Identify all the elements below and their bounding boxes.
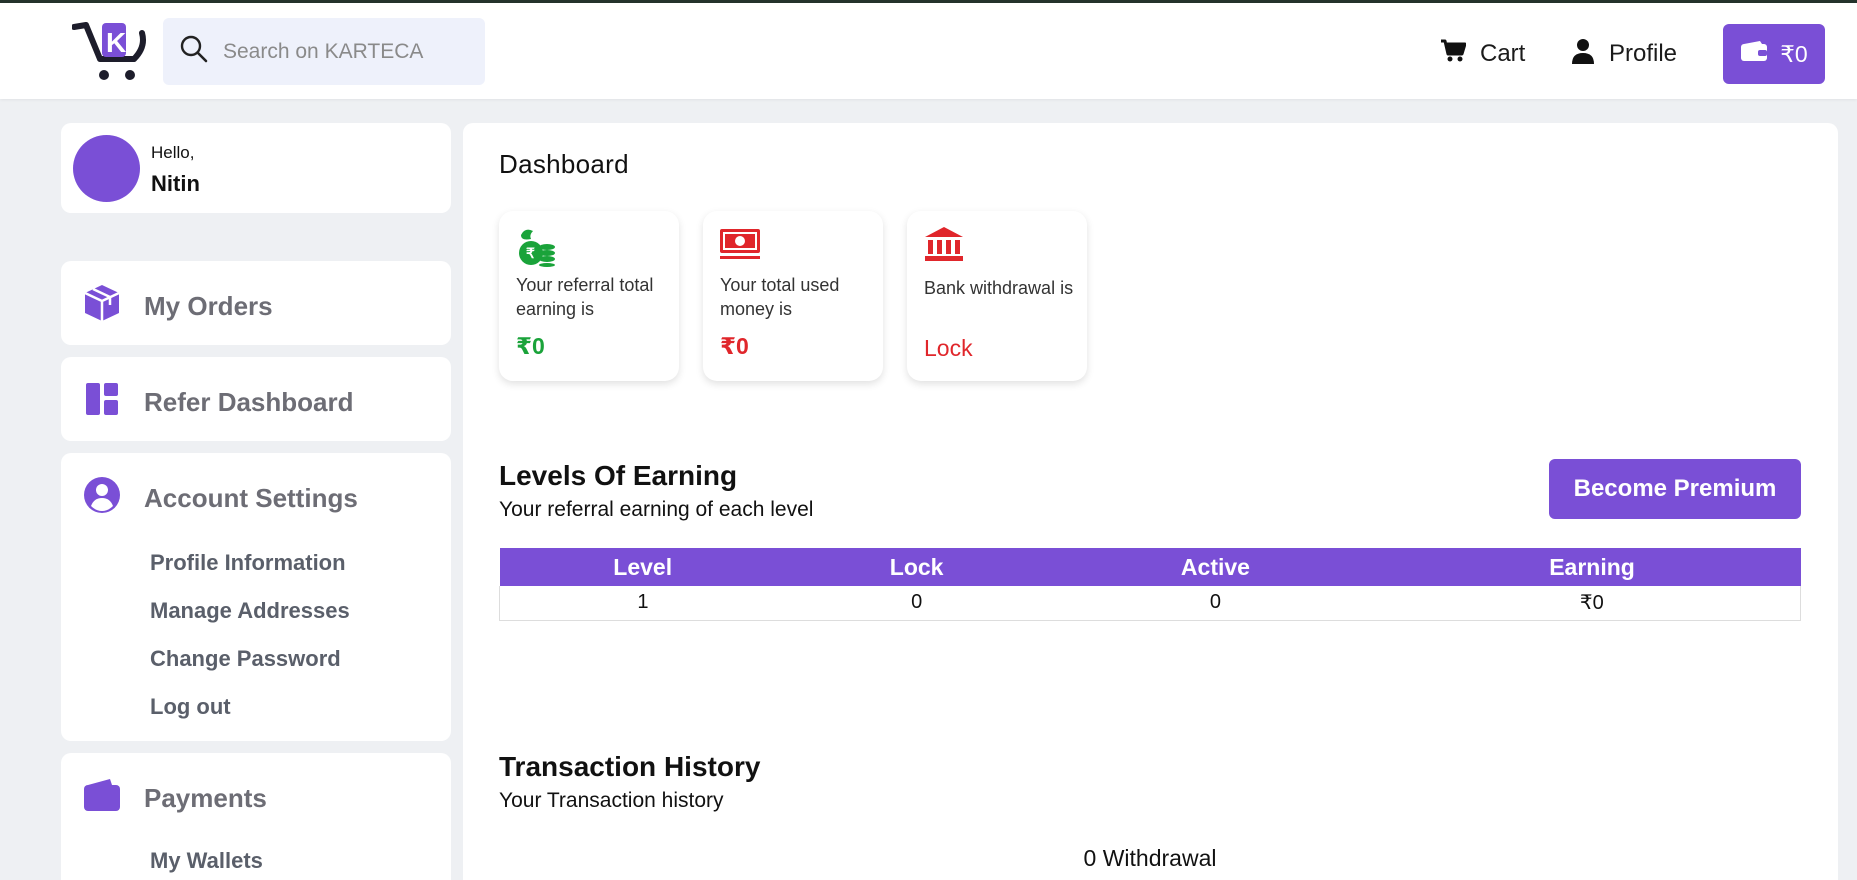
search-bar[interactable]	[163, 18, 485, 85]
my-orders-head: My Orders	[82, 283, 273, 330]
stat-value: ₹0	[516, 333, 545, 359]
sidebar-item-refer-dashboard[interactable]: Refer Dashboard	[61, 357, 451, 441]
bank-icon	[923, 225, 965, 268]
karteca-logo[interactable]: K	[71, 19, 148, 85]
profile-link[interactable]: Profile	[1571, 6, 1677, 102]
cart-label: Cart	[1480, 40, 1526, 67]
page-title: Dashboard	[499, 149, 629, 179]
sidebar-item-log-out[interactable]: Log out	[150, 694, 231, 720]
account-settings-label: Account Settings	[144, 483, 358, 513]
money-bag-coins-icon: ₹	[515, 225, 557, 272]
column-header-earning: Earning	[1383, 548, 1801, 586]
stat-card-referral-earning: ₹ Your referral total earning is ₹0	[499, 211, 679, 381]
transactions-subtitle: Your Transaction history	[499, 789, 724, 812]
column-header-level: Level	[499, 548, 786, 586]
user-greeting-card: Hello, Nitin	[61, 123, 451, 213]
wallet-icon	[1740, 40, 1780, 68]
refer-dashboard-label: Refer Dashboard	[144, 387, 354, 417]
sidebar-item-my-orders[interactable]: My Orders	[61, 261, 451, 345]
stat-value: Lock	[924, 335, 973, 361]
stat-label: Your total used money is	[720, 275, 840, 319]
become-premium-button[interactable]: Become Premium	[1549, 459, 1801, 519]
avatar	[73, 135, 140, 202]
transactions-title: Transaction History	[499, 751, 761, 782]
cart-link[interactable]: Cart	[1440, 6, 1525, 102]
header: K Cart Profile ₹0	[0, 3, 1857, 99]
refer-dashboard-head: Refer Dashboard	[82, 379, 354, 426]
payments-label: Payments	[144, 783, 267, 813]
withdrawal-summary: 0 Withdrawal	[1083, 845, 1217, 871]
levels-subtitle: Your referral earning of each level	[499, 498, 814, 521]
dashboard-panel: Dashboard ₹ Your referral total earning …	[463, 123, 1838, 880]
profile-label: Profile	[1609, 40, 1678, 67]
search-icon	[179, 34, 209, 69]
dashboard-icon	[82, 379, 144, 426]
account-settings-head[interactable]: Account Settings	[82, 475, 358, 522]
svg-text:₹: ₹	[526, 245, 535, 261]
sidebar-item-profile-information[interactable]: Profile Information	[150, 550, 346, 576]
levels-table: Level Lock Active Earning 1 0 0 ₹0	[498, 548, 1801, 621]
table-header-row: Level Lock Active Earning	[499, 548, 1801, 586]
payments-head[interactable]: Payments	[82, 775, 267, 822]
cell-active: 0	[1047, 586, 1384, 621]
stat-card-used-money: Your total used money is ₹0	[703, 211, 883, 381]
cell-level: 1	[498, 586, 786, 621]
banknote-icon	[719, 225, 761, 266]
column-header-lock: Lock	[785, 548, 1048, 586]
greeting-text: Hello,	[151, 143, 195, 162]
wallet-balance: ₹0	[1780, 40, 1808, 67]
sidebar-item-manage-addresses[interactable]: Manage Addresses	[150, 598, 350, 624]
cell-lock: 0	[785, 586, 1048, 621]
stat-label: Bank withdrawal is	[924, 278, 1074, 298]
search-input[interactable]	[223, 39, 463, 64]
stat-card-bank-withdrawal: Bank withdrawal is Lock	[907, 211, 1087, 381]
svg-text:K: K	[106, 27, 126, 58]
cart-icon	[1440, 39, 1480, 70]
user-circle-icon	[82, 475, 144, 522]
person-icon	[1571, 38, 1609, 71]
my-orders-label: My Orders	[144, 291, 273, 321]
package-icon	[82, 283, 144, 330]
user-name: Nitin	[151, 171, 200, 196]
sidebar-item-change-password[interactable]: Change Password	[150, 646, 341, 672]
stat-label: Your referral total earning is	[516, 275, 654, 319]
sidebar-item-my-wallets[interactable]: My Wallets	[150, 848, 263, 874]
levels-title: Levels Of Earning	[499, 460, 738, 491]
wallet-button[interactable]: ₹0	[1723, 24, 1825, 84]
stat-value: ₹0	[720, 333, 749, 359]
column-header-active: Active	[1047, 548, 1384, 586]
sidebar-payments: Payments My Wallets	[61, 753, 451, 880]
sidebar-account-settings: Account Settings Profile Information Man…	[61, 453, 451, 741]
cell-earning: ₹0	[1383, 586, 1801, 621]
table-row: 1 0 0 ₹0	[498, 586, 1801, 621]
wallet-icon	[82, 775, 144, 822]
